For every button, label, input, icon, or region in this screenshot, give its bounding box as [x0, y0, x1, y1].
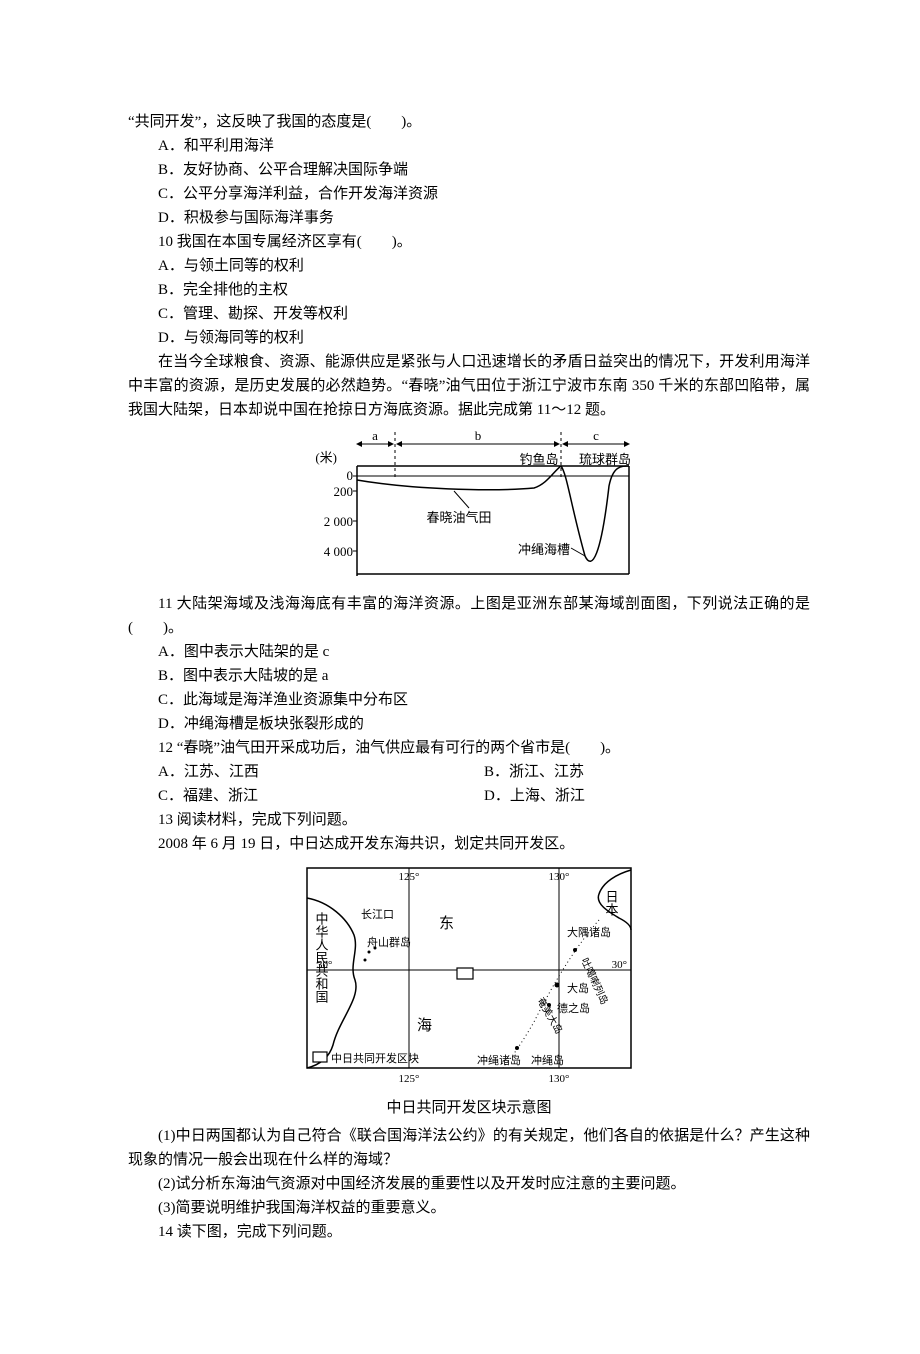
lon-130-top: 130°	[549, 871, 570, 883]
figure-east-china-sea-map: 125° 130° 125° 130° 30° 30° 中华人民共和国 日本 长…	[299, 860, 639, 1090]
q9-option-d: D．积极参与国际海洋事务	[128, 206, 810, 230]
q10-option-d: D．与领海同等的权利	[128, 326, 810, 350]
q12-stem: 12 “春晓”油气田开采成功后，油气供应最有可行的两个省市是( )。	[128, 736, 810, 760]
q13-sub1: (1)中日两国都认为自己符合《联合国海洋法公约》的有关规定，他们各自的依据是什么…	[128, 1124, 810, 1172]
label-osumi: 大隅诸岛	[567, 925, 611, 939]
label-tokuno: 德之岛	[557, 1001, 590, 1015]
q13-material: 2008 年 6 月 19 日，中日达成开发东海共识，划定共同开发区。	[128, 832, 810, 856]
q13-sub2: (2)试分析东海油气资源对中国经济发展的重要性以及开发时应注意的主要问题。	[128, 1172, 810, 1196]
label-chunxiao: 春晓油气田	[426, 510, 491, 525]
label-zhoushan: 舟山群岛	[367, 935, 411, 949]
lon-130-bottom: 130°	[549, 1073, 570, 1085]
label-okinawa: 冲绳岛	[531, 1053, 564, 1067]
q9-option-c: C．公平分享海洋利益，合作开发海洋资源	[128, 182, 810, 206]
seg-a-label: a	[372, 428, 378, 443]
seg-b-label: b	[475, 428, 482, 443]
label-trough: 冲绳海槽	[518, 542, 570, 557]
y-tick-2000: 2 000	[324, 514, 353, 529]
lon-125-top: 125°	[399, 871, 420, 883]
label-japan: 日本	[604, 890, 619, 916]
q11-option-d: D．冲绳海槽是板块张裂形成的	[128, 712, 810, 736]
figure-13-caption: 中日共同开发区块示意图	[128, 1096, 810, 1120]
label-sea: 海	[417, 1017, 432, 1034]
q10-option-b: B．完全排他的主权	[128, 278, 810, 302]
q10-option-c: C．管理、勘探、开发等权利	[128, 302, 810, 326]
q11-option-c: C．此海域是海洋渔业资源集中分布区	[128, 688, 810, 712]
q9-stem-continuation: “共同开发”，这反映了我国的态度是( )。	[128, 110, 810, 134]
y-tick-200: 200	[334, 484, 354, 499]
label-oshima: 大岛	[567, 981, 589, 995]
figure-cross-section: a b c (米) 0 200 2 000 4 000 春晓油气田 钓鱼岛 琉球…	[289, 426, 649, 586]
q11-stem: 11 大陆架海域及浅海海底有丰富的海洋资源。上图是亚洲东部某海域剖面图，下列说法…	[128, 592, 810, 640]
label-china: 中华人民共和国	[314, 912, 329, 1003]
label-ryukyu: 琉球群岛	[579, 452, 631, 467]
y-unit: (米)	[315, 450, 337, 465]
label-yangtze: 长江口	[361, 908, 394, 921]
q12-option-a: A．江苏、江西	[158, 760, 484, 784]
q14-stem: 14 读下图，完成下列问题。	[128, 1220, 810, 1244]
label-diaoyu: 钓鱼岛	[519, 452, 558, 467]
legend-label: 中日共同开发区块	[331, 1051, 419, 1065]
seg-c-label: c	[593, 428, 599, 443]
q13-stem: 13 阅读材料，完成下列问题。	[128, 808, 810, 832]
q9-option-a: A．和平利用海洋	[128, 134, 810, 158]
q11-option-a: A．图中表示大陆架的是 c	[128, 640, 810, 664]
q10-stem: 10 我国在本国专属经济区享有( )。	[128, 230, 810, 254]
lat-30-right: 30°	[612, 959, 627, 971]
q12-option-d: D．上海、浙江	[484, 784, 585, 808]
q11-option-b: B．图中表示大陆坡的是 a	[128, 664, 810, 688]
label-okinawa-islands: 冲绳诸岛	[477, 1053, 521, 1067]
y-tick-0: 0	[347, 468, 354, 483]
q13-sub3: (3)简要说明维护我国海洋权益的重要意义。	[128, 1196, 810, 1220]
passage-11-12: 在当今全球粮食、资源、能源供应是紧张与人口迅速增长的矛盾日益突出的情况下，开发利…	[128, 350, 810, 422]
q9-option-b: B．友好协商、公平合理解决国际争端	[128, 158, 810, 182]
q10-option-a: A．与领土同等的权利	[128, 254, 810, 278]
q12-option-b: B．浙江、江苏	[484, 760, 584, 784]
lon-125-bottom: 125°	[399, 1073, 420, 1085]
label-east: 东	[439, 915, 454, 932]
q12-option-c: C．福建、浙江	[158, 784, 484, 808]
y-tick-4000: 4 000	[324, 544, 353, 559]
